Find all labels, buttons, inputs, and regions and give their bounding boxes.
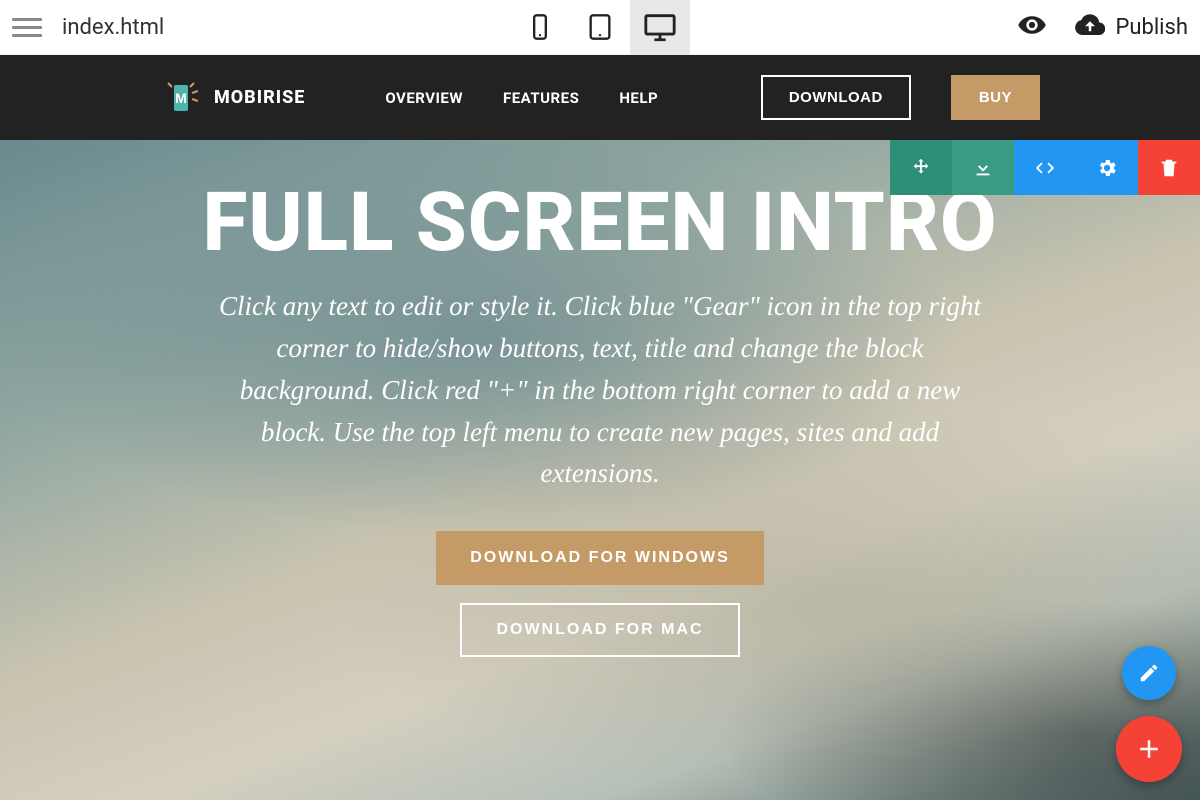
tablet-icon <box>586 13 614 41</box>
app-top-bar: index.html Publish <box>0 0 1200 55</box>
block-delete-button[interactable] <box>1138 140 1200 195</box>
move-icon <box>910 157 932 179</box>
cloud-upload-icon <box>1075 10 1105 44</box>
nav-help[interactable]: HELP <box>619 89 658 107</box>
logo-text: MOBIRISE <box>214 87 305 108</box>
nav-buy-button[interactable]: BUY <box>951 75 1040 120</box>
device-toggle-group <box>510 0 690 55</box>
desktop-icon <box>643 10 677 44</box>
hero-title[interactable]: FULL SCREEN INTRO <box>202 180 997 266</box>
download-mac-button[interactable]: DOWNLOAD FOR MAC <box>460 603 739 657</box>
publish-button[interactable]: Publish <box>1075 10 1188 44</box>
nav-download-button[interactable]: DOWNLOAD <box>761 75 911 120</box>
block-toolbar <box>890 140 1200 195</box>
hero-subtitle[interactable]: Click any text to edit or style it. Clic… <box>210 286 990 495</box>
block-settings-button[interactable] <box>1076 140 1138 195</box>
nav-features[interactable]: FEATURES <box>503 89 579 107</box>
block-move-button[interactable] <box>890 140 952 195</box>
logo-icon: M <box>160 77 202 119</box>
publish-label: Publish <box>1115 15 1188 40</box>
phone-icon <box>526 13 554 41</box>
code-icon <box>1034 157 1056 179</box>
gear-icon <box>1096 157 1118 179</box>
fab-edit-button[interactable] <box>1122 646 1176 700</box>
preview-button[interactable] <box>1017 10 1047 44</box>
nav-overview[interactable]: OVERVIEW <box>385 89 463 107</box>
fab-add-button[interactable] <box>1116 716 1182 782</box>
site-navbar: M MOBIRISE OVERVIEW FEATURES HELP DOWNLO… <box>0 55 1200 140</box>
device-phone-button[interactable] <box>510 0 570 55</box>
trash-icon <box>1158 157 1180 179</box>
hero-block: FULL SCREEN INTRO Click any text to edit… <box>0 140 1200 800</box>
download-icon <box>972 157 994 179</box>
device-tablet-button[interactable] <box>570 0 630 55</box>
svg-text:M: M <box>175 90 187 106</box>
logo[interactable]: M MOBIRISE <box>160 77 305 119</box>
menu-icon[interactable] <box>12 12 42 42</box>
plus-icon <box>1134 734 1164 764</box>
eye-icon <box>1017 10 1047 40</box>
filename-label[interactable]: index.html <box>62 15 164 40</box>
download-windows-button[interactable]: DOWNLOAD FOR WINDOWS <box>436 531 764 585</box>
block-code-button[interactable] <box>1014 140 1076 195</box>
device-desktop-button[interactable] <box>630 0 690 55</box>
pencil-icon <box>1138 662 1160 684</box>
block-save-button[interactable] <box>952 140 1014 195</box>
